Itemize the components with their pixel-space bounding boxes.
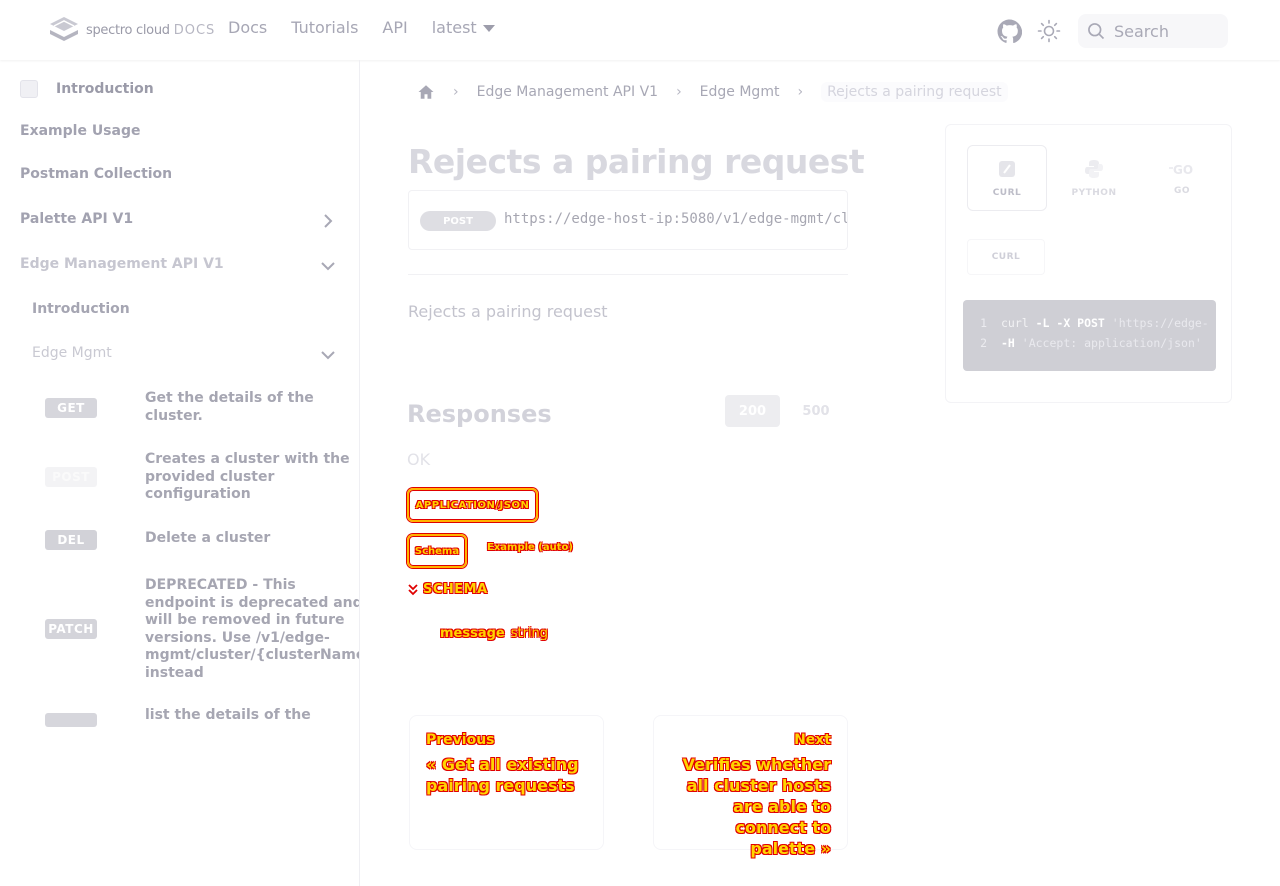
previous-title: « Get all existing pairing requests (426, 755, 579, 795)
chevron-double-down-icon (408, 583, 418, 595)
chevron-down-icon[interactable] (318, 345, 338, 365)
schema-property-name: message (440, 626, 505, 641)
code-sample-panel: CURL PYTHON GO GO CURL 1 curl -L -X POST… (945, 124, 1232, 403)
response-tab-200[interactable]: 200 (725, 395, 780, 427)
github-icon[interactable] (996, 15, 1022, 47)
sidebar-item-edge-mgmt[interactable]: Edge Mgmt (32, 345, 112, 361)
theme-toggle-sun-icon[interactable] (1036, 15, 1062, 47)
sidebar-item-postman-collection[interactable]: Postman Collection (20, 166, 172, 182)
version-dropdown[interactable]: latest (432, 18, 495, 37)
previous-label: Previous (426, 732, 495, 748)
next-label: Next (794, 732, 831, 748)
breadcrumb-edge-management-api[interactable]: Edge Management API V1 (477, 84, 658, 100)
nav-link-api[interactable]: API (382, 18, 407, 37)
go-icon: GO (1169, 163, 1193, 177)
chevron-down-icon[interactable] (318, 256, 338, 276)
tab-example[interactable]: Example (auto) (487, 542, 573, 553)
method-badge-post: POST (45, 467, 97, 487)
operation-label: Delete a cluster (145, 530, 271, 546)
sidebar-operation-create-cluster[interactable]: POST Creates a cluster with the provided… (45, 451, 359, 507)
operation-label: list the details of the (145, 707, 311, 723)
sidebar-operation-delete-cluster[interactable]: DEL Delete a cluster (45, 530, 359, 550)
spectro-cloud-logo[interactable]: spectro cloud DOCS (48, 16, 215, 44)
next-title: Verifies whether all cluster hosts are a… (682, 755, 831, 858)
endpoint-box: POST https://edge-host-ip:5080/v1/edge-m… (408, 190, 848, 250)
method-badge-post: POST (420, 211, 496, 231)
divider (408, 274, 848, 275)
page-title: Rejects a pairing request (408, 142, 865, 181)
top-navbar: spectro cloud DOCS Docs Tutorials API lat… (0, 0, 1280, 60)
sidebar-operation-get-cluster[interactable]: GET Get the details of the cluster. (45, 390, 359, 430)
sidebar-item-edge-introduction[interactable]: Introduction (32, 301, 130, 317)
version-label: latest (431, 18, 477, 37)
responses-title: Responses (407, 400, 552, 428)
sidebar-item-label: Introduction (56, 81, 154, 97)
line-number: 2 (980, 336, 987, 350)
sidebar-item-palette-api[interactable]: Palette API V1 (20, 211, 133, 227)
lang-tab-label: GO (1173, 186, 1191, 196)
logo-text: spectro cloud DOCS (86, 22, 216, 38)
method-badge (45, 713, 97, 727)
lang-tab-python[interactable]: PYTHON (1054, 145, 1134, 211)
code-text: curl -L -X POST 'https://edge- (1001, 316, 1209, 330)
breadcrumb-separator: › (797, 84, 804, 100)
operation-label: Creates a cluster with the provided clus… (145, 451, 350, 502)
sidebar: Introduction Example Usage Postman Colle… (0, 60, 360, 886)
code-line: 1 curl -L -X POST 'https://edge- (963, 316, 1209, 336)
code-line: 2 -H 'Accept: application/json' (963, 336, 1202, 356)
breadcrumb: › Edge Management API V1 › Edge Mgmt › R… (417, 82, 1008, 102)
method-badge-del: DEL (45, 530, 97, 550)
nav-links: Docs Tutorials API latest (228, 18, 495, 37)
next-page-card[interactable]: Next Verifies whether all cluster hosts … (653, 715, 848, 858)
previous-page-card[interactable]: Previous « Get all existing pairing requ… (409, 715, 604, 850)
nav-link-tutorials[interactable]: Tutorials (291, 18, 358, 37)
caret-down-icon (482, 25, 495, 32)
main-content: › Edge Management API V1 › Edge Mgmt › R… (361, 60, 1280, 886)
lang-tab-label: PYTHON (1071, 188, 1117, 198)
nav-link-docs[interactable]: Docs (228, 18, 267, 37)
curl-icon (999, 161, 1015, 177)
nav-right: Search (996, 14, 1228, 48)
method-badge-patch: PATCH (45, 619, 97, 639)
home-icon[interactable] (417, 83, 435, 101)
lang-tab-label: CURL (992, 188, 1022, 198)
endpoint-description: Rejects a pairing request (408, 302, 608, 321)
endpoint-url[interactable]: https://edge-host-ip:5080/v1/edge-mgmt/c… (504, 211, 847, 227)
line-number: 1 (980, 316, 987, 330)
response-description: OK (407, 450, 431, 469)
operation-label: DEPRECATED - This endpoint is deprecated… (145, 577, 360, 681)
lang-tab-curl[interactable]: CURL (967, 145, 1047, 211)
schema-label: SCHEMA (423, 582, 488, 597)
breadcrumb-separator: › (676, 84, 682, 100)
code-text: -H 'Accept: application/json' (1001, 336, 1202, 350)
tab-schema[interactable]: Schema (407, 534, 467, 568)
search-placeholder: Search (1114, 21, 1169, 41)
search-icon (1088, 23, 1105, 40)
mime-type-select[interactable]: APPLICATION/JSON (407, 488, 538, 522)
sidebar-item-example-usage[interactable]: Example Usage (20, 123, 140, 139)
code-subtab-curl[interactable]: CURL (967, 239, 1045, 275)
breadcrumb-edge-mgmt[interactable]: Edge Mgmt (700, 84, 780, 100)
breadcrumb-current: Rejects a pairing request (821, 82, 1008, 102)
breadcrumb-separator: › (453, 84, 459, 100)
search-input[interactable]: Search (1078, 14, 1228, 48)
schema-toggle[interactable]: SCHEMA (407, 582, 488, 597)
sidebar-item-introduction[interactable]: Introduction (20, 80, 154, 98)
schema-property: message string (440, 626, 548, 641)
sidebar-item-edge-management-api[interactable]: Edge Management API V1 (20, 256, 224, 272)
python-icon (1085, 160, 1103, 178)
chevron-right-icon[interactable] (318, 211, 338, 231)
method-badge-get: GET (45, 398, 97, 418)
operation-label: Get the details of the cluster. (145, 390, 314, 424)
sidebar-operation-patch-cluster[interactable]: PATCH DEPRECATED - This endpoint is depr… (45, 577, 359, 681)
response-tab-500[interactable]: 500 (791, 395, 841, 427)
lang-tab-go[interactable]: GO GO (1142, 145, 1222, 211)
spectro-cloud-logo-icon (50, 17, 78, 41)
sidebar-operation-list-details[interactable]: list the details of the (45, 707, 359, 747)
svg-text:GO: GO (1173, 163, 1193, 177)
checkbox-icon (20, 80, 38, 98)
schema-property-type: string (510, 626, 549, 641)
code-block: 1 curl -L -X POST 'https://edge- 2 -H 'A… (963, 300, 1216, 371)
